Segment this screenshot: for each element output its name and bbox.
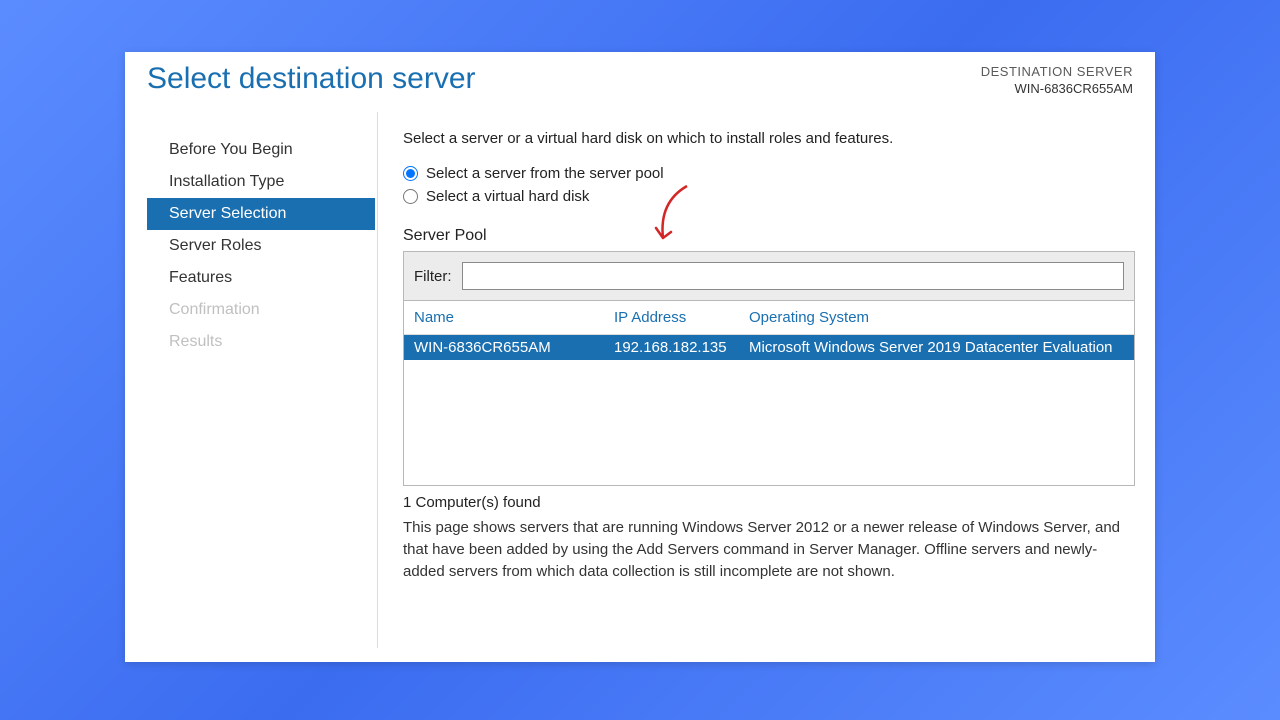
column-ip[interactable]: IP Address: [614, 309, 749, 326]
filter-label: Filter:: [414, 268, 452, 285]
filter-input[interactable]: [462, 262, 1125, 290]
radio-server-pool-input[interactable]: [403, 166, 418, 181]
cell-name: WIN-6836CR655AM: [414, 339, 614, 356]
sidebar-item-installation-type[interactable]: Installation Type: [147, 166, 375, 198]
destination-box: DESTINATION SERVER WIN-6836CR655AM: [981, 64, 1133, 96]
grid-header: Name IP Address Operating System: [404, 301, 1134, 335]
instruction-text: Select a server or a virtual hard disk o…: [403, 130, 1135, 147]
sidebar-item-features[interactable]: Features: [147, 262, 375, 294]
destination-label: DESTINATION SERVER: [981, 64, 1133, 79]
column-name[interactable]: Name: [414, 309, 614, 326]
destination-name: WIN-6836CR655AM: [981, 81, 1133, 96]
radio-server-pool[interactable]: Select a server from the server pool: [403, 165, 1135, 182]
sidebar-item-before-you-begin[interactable]: Before You Begin: [147, 134, 375, 166]
filter-bar: Filter:: [404, 252, 1134, 301]
sidebar-item-server-roles[interactable]: Server Roles: [147, 230, 375, 262]
cell-os: Microsoft Windows Server 2019 Datacenter…: [749, 339, 1124, 356]
page-title: Select destination server: [147, 62, 476, 96]
server-pool-box: Filter: Name IP Address Operating System…: [403, 251, 1135, 486]
explain-text: This page shows servers that are running…: [403, 517, 1133, 583]
count-text: 1 Computer(s) found: [403, 494, 1135, 511]
radio-server-pool-label: Select a server from the server pool: [426, 165, 664, 182]
server-pool-heading: Server Pool: [403, 227, 1135, 245]
radio-vhd-label: Select a virtual hard disk: [426, 188, 589, 205]
sidebar-item-results: Results: [147, 326, 375, 358]
table-row[interactable]: WIN-6836CR655AM 192.168.182.135 Microsof…: [404, 335, 1134, 360]
sidebar-item-server-selection[interactable]: Server Selection: [147, 198, 375, 230]
wizard-window: Select destination server DESTINATION SE…: [125, 52, 1155, 662]
sidebar-item-confirmation: Confirmation: [147, 294, 375, 326]
grid-body: WIN-6836CR655AM 192.168.182.135 Microsof…: [404, 335, 1134, 485]
main-panel: Select a server or a virtual hard disk o…: [403, 130, 1135, 652]
wizard-sidebar: Before You Begin Installation Type Serve…: [147, 134, 375, 358]
radio-vhd[interactable]: Select a virtual hard disk: [403, 188, 1135, 205]
column-os[interactable]: Operating System: [749, 309, 1124, 326]
divider: [377, 112, 378, 648]
cell-ip: 192.168.182.135: [614, 339, 749, 356]
radio-vhd-input[interactable]: [403, 189, 418, 204]
